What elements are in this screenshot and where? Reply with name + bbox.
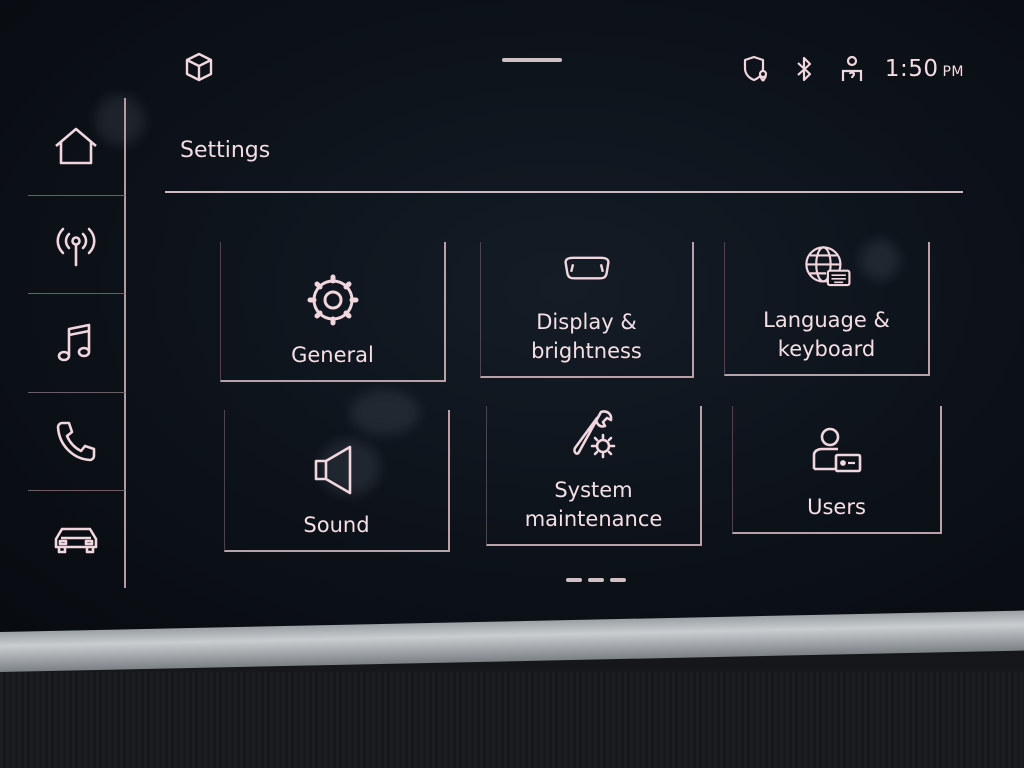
drag-handle[interactable]: [502, 58, 562, 62]
sidebar-item-car[interactable]: [28, 490, 126, 589]
globe-keyboard-icon: [804, 246, 850, 287]
cube-icon[interactable]: [182, 50, 216, 84]
tile-system-maintenance[interactable]: System maintenance: [486, 406, 702, 546]
infotainment-screen: 1:50 PM Settings General Display & brigh…: [0, 0, 1024, 642]
title-divider: [165, 191, 963, 193]
home-icon: [55, 127, 97, 164]
user-help-icon[interactable]: [837, 54, 867, 84]
tile-display-brightness[interactable]: Display & brightness: [480, 242, 694, 378]
sidebar-item-phone[interactable]: [28, 392, 126, 491]
tile-label: Users: [807, 495, 866, 519]
tile-language-keyboard[interactable]: Language & keyboard: [724, 242, 930, 376]
user-card-icon: [812, 427, 861, 473]
dashboard-trim: [0, 672, 1024, 768]
sidebar-item-media[interactable]: [28, 294, 126, 393]
page-dot[interactable]: [610, 578, 626, 582]
phone-icon: [56, 421, 96, 462]
page-dot[interactable]: [588, 578, 604, 582]
radio-antenna-icon: [56, 227, 96, 267]
privacy-location-icon[interactable]: [741, 54, 771, 84]
clock: 1:50 PM: [885, 56, 964, 82]
settings-grid: General Display & brightness Language & …: [218, 240, 948, 560]
tile-sound[interactable]: Sound: [224, 410, 450, 552]
music-note-icon: [57, 323, 91, 362]
clock-period: PM: [942, 64, 964, 80]
tile-general[interactable]: General: [220, 242, 446, 382]
tile-label: Sound: [303, 513, 370, 537]
status-bar: 1:50 PM: [160, 40, 980, 96]
page-dot[interactable]: [566, 578, 582, 582]
speaker-icon: [314, 445, 351, 495]
display-icon: [563, 256, 610, 280]
photo-frame: 1:50 PM Settings General Display & brigh…: [0, 0, 1024, 768]
wrench-gear-icon: [572, 410, 615, 459]
gear-icon: [307, 274, 358, 326]
clock-time: 1:50: [884, 56, 939, 82]
tile-label: Language & keyboard: [763, 308, 890, 361]
tile-label: System maintenance: [524, 478, 663, 531]
tile-users[interactable]: Users: [732, 406, 942, 534]
sidebar-item-home[interactable]: [28, 98, 126, 197]
car-icon: [54, 528, 98, 554]
tile-label: General: [291, 343, 374, 367]
tile-label: Display & brightness: [531, 310, 642, 363]
side-navigation: [28, 98, 126, 589]
page-title: Settings: [180, 138, 271, 163]
sidebar-item-radio[interactable]: [28, 196, 126, 295]
bluetooth-icon[interactable]: [789, 54, 819, 84]
page-indicator[interactable]: [566, 578, 626, 582]
